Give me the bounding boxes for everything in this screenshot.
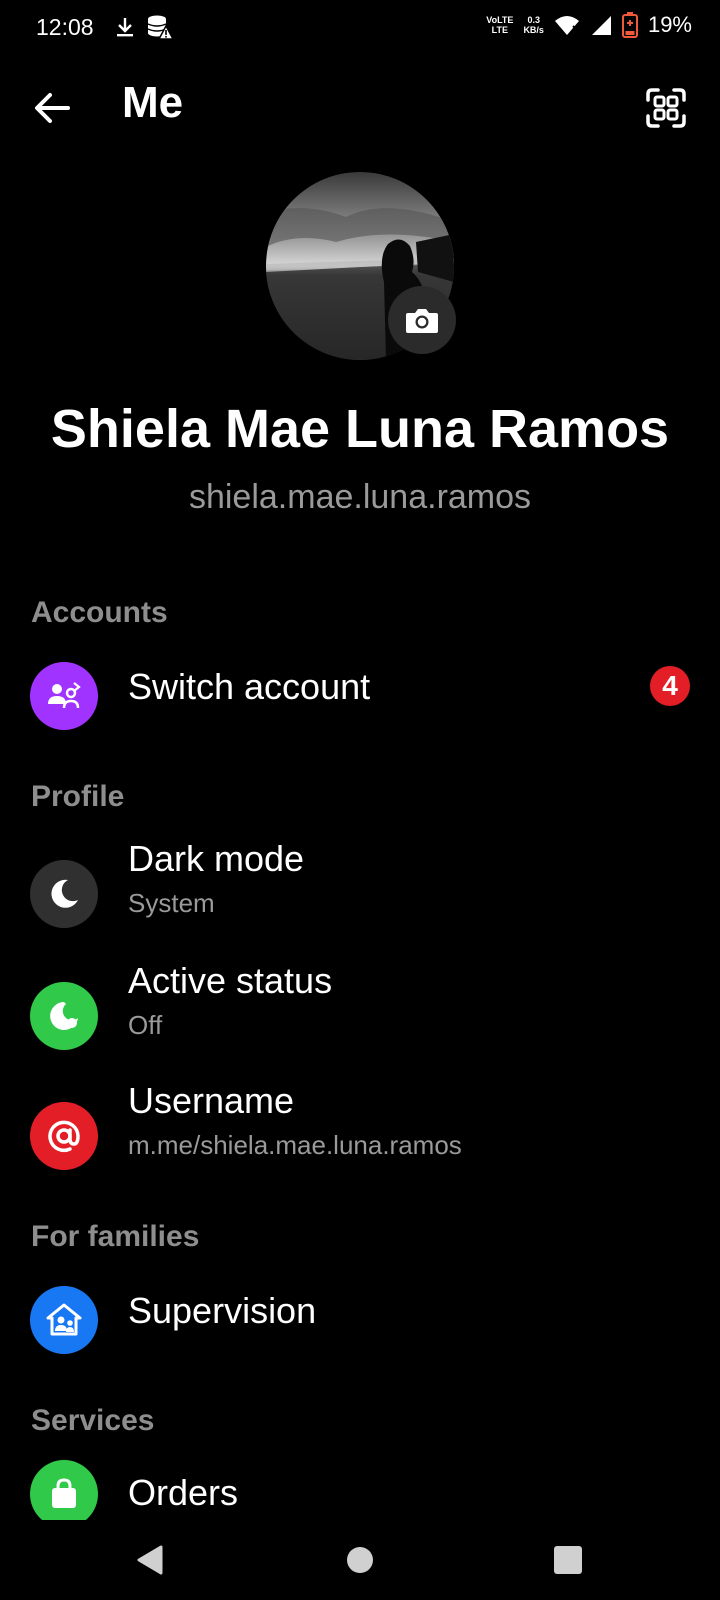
back-button[interactable] xyxy=(28,84,76,132)
supervision-label: Supervision xyxy=(128,1290,317,1331)
switch-account-label: Switch account xyxy=(128,666,371,707)
square-recents-icon xyxy=(554,1546,582,1574)
section-accounts: Accounts xyxy=(31,596,168,629)
lte-label: LTE xyxy=(491,25,509,35)
battery-icon xyxy=(621,12,638,38)
triangle-back-icon xyxy=(137,1545,163,1575)
orders-row-clip: Orders xyxy=(0,1458,720,1520)
nav-back-button[interactable] xyxy=(130,1540,170,1580)
supervision-row[interactable]: Supervision xyxy=(0,1274,720,1374)
at-sign-icon xyxy=(30,1102,98,1170)
camera-icon xyxy=(406,309,438,333)
system-navigation-bar xyxy=(0,1520,720,1600)
battery-percent: 19% xyxy=(647,12,692,37)
section-services: Services xyxy=(31,1404,155,1437)
profile-handle: shiela.mae.luna.ramos xyxy=(188,478,532,516)
qr-code-icon xyxy=(646,88,686,128)
active-status-value: Off xyxy=(128,1010,163,1040)
supervision-icon xyxy=(30,1286,98,1354)
active-status-row[interactable]: Active status Off xyxy=(0,960,720,1070)
username-label: Username xyxy=(128,1080,295,1121)
data-rate-indicator: 0.3 KB/s xyxy=(523,15,544,35)
nav-recents-button[interactable] xyxy=(548,1540,588,1580)
circle-home-icon xyxy=(347,1547,373,1573)
profile-avatar-container xyxy=(266,172,456,360)
dark-mode-label: Dark mode xyxy=(128,838,305,879)
volte-label: VoLTE xyxy=(486,15,514,25)
notification-badge: 4 xyxy=(650,666,690,706)
page-title: Me xyxy=(122,78,184,127)
download-icon xyxy=(117,18,133,37)
status-notification-icons xyxy=(114,14,174,40)
status-bar: 12:08 VoLTE LTE 0.3 KB/s 19% xyxy=(0,0,720,56)
volte-indicator: VoLTE LTE xyxy=(486,15,513,35)
status-system-icons: VoLTE LTE 0.3 KB/s 19% xyxy=(486,12,692,38)
moon-icon xyxy=(30,860,98,928)
active-status-icon xyxy=(30,982,98,1050)
profile-name: Shiela Mae Luna Ramos xyxy=(50,399,670,459)
switch-account-row[interactable]: Switch account 4 xyxy=(0,650,720,750)
nav-home-button[interactable] xyxy=(340,1540,380,1580)
wifi-icon xyxy=(554,16,579,35)
data-rate-value: 0.3 xyxy=(527,15,540,25)
database-warning-icon xyxy=(147,15,174,40)
username-row[interactable]: Username m.me/shiela.mae.luna.ramos xyxy=(0,1080,720,1190)
section-for-families: For families xyxy=(31,1220,200,1253)
orders-row[interactable]: Orders xyxy=(0,1458,720,1520)
dark-mode-value: System xyxy=(128,888,215,918)
qr-code-button[interactable] xyxy=(640,82,692,134)
username-value: m.me/shiela.mae.luna.ramos xyxy=(128,1130,462,1160)
dark-mode-row[interactable]: Dark mode System xyxy=(0,838,720,948)
switch-account-icon xyxy=(30,662,98,730)
active-status-label: Active status xyxy=(128,960,333,1001)
arrow-left-icon xyxy=(35,93,70,123)
status-time: 12:08 xyxy=(36,14,94,40)
data-rate-unit: KB/s xyxy=(523,25,544,35)
orders-label: Orders xyxy=(128,1472,239,1513)
change-photo-button[interactable] xyxy=(388,286,456,354)
app-bar: Me xyxy=(0,68,720,144)
signal-icon xyxy=(591,16,611,35)
section-profile: Profile xyxy=(31,780,125,813)
shopping-bag-icon xyxy=(30,1460,98,1520)
